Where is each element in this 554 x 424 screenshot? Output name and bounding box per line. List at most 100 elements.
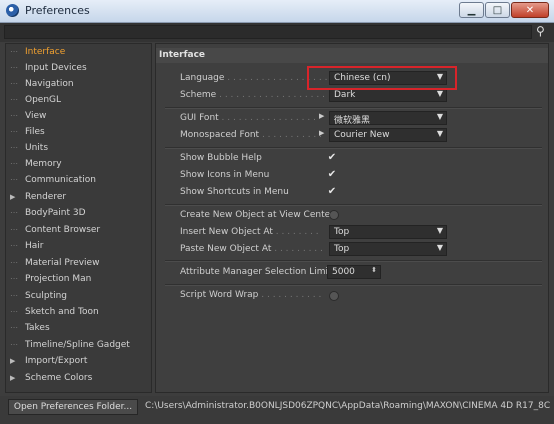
insert-object-dropdown[interactable]: Top ▼ — [329, 225, 447, 239]
shortcuts-in-menu-checkbox[interactable]: ✔ — [327, 187, 337, 197]
search-bar: ⚲ — [0, 23, 554, 42]
section-title: Interface — [159, 50, 206, 60]
attr-manager-limit-value: 5000 — [332, 267, 355, 277]
sidebar-item-label: Sculpting — [25, 291, 68, 301]
insert-object-value: Top — [334, 227, 350, 237]
sidebar-item-label: Interface — [25, 47, 66, 57]
expand-arrow-icon[interactable]: ▶ — [10, 370, 15, 386]
chevron-down-icon: ▼ — [436, 112, 443, 121]
gui-font-dropdown[interactable]: 微软雅黑 ▼ — [329, 111, 447, 126]
sidebar-item-label: Input Devices — [25, 63, 87, 73]
attr-manager-limit-input[interactable]: 5000 ⬍ — [327, 265, 381, 279]
interface-settings-panel: Interface Language . . . . . . . . . . .… — [155, 43, 549, 393]
sidebar-item-navigation[interactable]: ⋯ Navigation — [6, 76, 151, 92]
sidebar-item-input-devices[interactable]: ⋯ Input Devices — [6, 60, 151, 76]
expand-arrow-icon[interactable]: ▶ — [10, 353, 15, 369]
tree-dot-icon: ⋯ — [10, 175, 18, 184]
expand-arrow-icon[interactable]: ▶ — [319, 112, 324, 120]
sidebar-item-opengl[interactable]: ⋯ OpenGL — [6, 92, 151, 108]
sidebar-item-label: Takes — [25, 323, 50, 333]
sidebar-item-label: Material Preview — [25, 258, 100, 268]
create-object-center-checkbox[interactable] — [329, 210, 339, 220]
divider — [165, 107, 542, 109]
search-icon[interactable]: ⚲ — [536, 24, 545, 38]
tree-dot-icon: ⋯ — [10, 274, 18, 283]
paste-object-value: Top — [334, 244, 350, 254]
gui-font-value: 微软雅黑 — [334, 116, 371, 126]
sidebar-item-label: Import/Export — [25, 356, 88, 366]
tree-dot-icon: ⋯ — [10, 340, 18, 349]
sidebar-item-label: Projection Man — [25, 274, 92, 284]
close-button[interactable]: ✕ — [511, 2, 549, 18]
sidebar-item-content-browser[interactable]: ⋯ Content Browser — [6, 222, 151, 238]
scheme-dropdown[interactable]: Dark ▼ — [329, 88, 447, 102]
tree-dot-icon: ⋯ — [10, 159, 18, 168]
tree-dot-icon: ⋯ — [10, 291, 18, 300]
tree-dot-icon: ⋯ — [10, 323, 18, 332]
paste-object-dropdown[interactable]: Top ▼ — [329, 242, 447, 256]
tree-dot-icon: ⋯ — [10, 225, 18, 234]
chevron-down-icon: ▼ — [436, 243, 443, 252]
spinner-arrows-icon[interactable]: ⬍ — [371, 266, 377, 274]
insert-object-label: Insert New Object At . . . . . . . . — [180, 227, 319, 237]
gui-font-label: GUI Font . . . . . . . . . . . . . . . .… — [180, 113, 316, 123]
section-header: Interface — [156, 48, 548, 63]
sidebar-item-label: Renderer — [25, 192, 67, 202]
sidebar-item-import-export[interactable]: ▶ Import/Export — [6, 353, 151, 369]
scheme-label: Scheme . . . . . . . . . . . . . . . . .… — [180, 90, 325, 100]
window-title: Preferences — [25, 4, 90, 17]
sidebar-item-timeline-spline-gadget[interactable]: ⋯ Timeline/Spline Gadget — [6, 337, 151, 353]
chevron-down-icon: ▼ — [436, 226, 443, 235]
bubble-help-label: Show Bubble Help — [180, 153, 262, 163]
expand-arrow-icon[interactable]: ▶ — [10, 189, 15, 205]
mono-font-label: Monospaced Font . . . . . . . . . . . — [180, 130, 323, 140]
sidebar-item-files[interactable]: ⋯ Files — [6, 124, 151, 140]
tree-dot-icon: ⋯ — [10, 127, 18, 136]
sidebar-item-sketch-and-toon[interactable]: ⋯ Sketch and Toon — [6, 304, 151, 320]
sidebar-item-label: View — [25, 111, 47, 121]
sidebar-item-projection-man[interactable]: ⋯ Projection Man — [6, 271, 151, 287]
sidebar-item-label: BodyPaint 3D — [25, 208, 86, 218]
app-icon — [6, 4, 19, 17]
sidebar-item-label: Communication — [25, 175, 96, 185]
sidebar-item-takes[interactable]: ⋯ Takes — [6, 320, 151, 336]
expand-arrow-icon[interactable]: ▶ — [319, 129, 324, 137]
open-preferences-folder-button[interactable]: Open Preferences Folder... — [8, 399, 138, 415]
highlight-annotation — [307, 66, 457, 90]
search-input[interactable] — [4, 25, 532, 39]
divider — [165, 260, 542, 262]
sidebar-item-hair[interactable]: ⋯ Hair — [6, 238, 151, 254]
divider — [165, 147, 542, 149]
sidebar-item-label: Units — [25, 143, 49, 153]
sidebar-item-material-preview[interactable]: ⋯ Material Preview — [6, 255, 151, 271]
tree-dot-icon: ⋯ — [10, 63, 18, 72]
attr-manager-limit-label: Attribute Manager Selection Limit — [180, 267, 332, 277]
sidebar-item-interface[interactable]: ⋯ Interface — [6, 44, 151, 60]
sidebar-item-sculpting[interactable]: ⋯ Sculpting — [6, 288, 151, 304]
script-word-wrap-label: Script Word Wrap . . . . . . . . . . . — [180, 290, 322, 300]
script-word-wrap-checkbox[interactable] — [329, 291, 339, 301]
sidebar-item-bodypaint-3d[interactable]: ⋯ BodyPaint 3D — [6, 205, 151, 221]
sidebar-item-label: Scheme Colors — [25, 373, 93, 383]
sidebar-item-communication[interactable]: ⋯ Communication — [6, 172, 151, 188]
icons-in-menu-checkbox[interactable]: ✔ — [327, 170, 337, 180]
icons-in-menu-label: Show Icons in Menu — [180, 170, 270, 180]
tree-dot-icon: ⋯ — [10, 208, 18, 217]
chevron-down-icon: ▼ — [436, 89, 443, 98]
sidebar-item-renderer[interactable]: ▶ Renderer — [6, 189, 151, 205]
sidebar-item-label: Timeline/Spline Gadget — [25, 340, 130, 350]
paste-object-label: Paste New Object At . . . . . . . . . — [180, 244, 323, 254]
bubble-help-checkbox[interactable]: ✔ — [327, 153, 337, 163]
sidebar-item-scheme-colors[interactable]: ▶ Scheme Colors — [6, 370, 151, 386]
mono-font-dropdown[interactable]: Courier New ▼ — [329, 128, 447, 142]
sidebar-item-memory[interactable]: ⋯ Memory — [6, 156, 151, 172]
sidebar-item-label: Files — [25, 127, 45, 137]
language-label: Language . . . . . . . . . . . . . . . .… — [180, 73, 328, 83]
sidebar-item-view[interactable]: ⋯ View — [6, 108, 151, 124]
create-object-center-label: Create New Object at View Center — [180, 210, 334, 220]
sidebar-item-units[interactable]: ⋯ Units — [6, 140, 151, 156]
tree-dot-icon: ⋯ — [10, 143, 18, 152]
minimize-button[interactable]: ▁ — [459, 2, 484, 18]
maximize-button[interactable]: □ — [485, 2, 510, 18]
footer-bar: Open Preferences Folder... C:\Users\Admi… — [0, 396, 554, 424]
